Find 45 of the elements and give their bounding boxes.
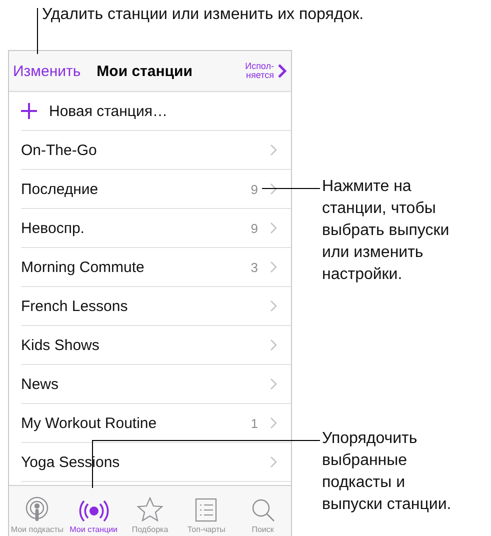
station-name: Kids Shows (21, 336, 100, 354)
station-name: News (21, 376, 60, 392)
list-icon (195, 498, 218, 522)
now-playing-button[interactable]: Испол- няется (245, 62, 287, 80)
callout-text: Нажмите на станции, чтобы выбрать выпуски или изменить настройки. (322, 177, 450, 285)
edit-link[interactable]: Изменить (13, 62, 81, 80)
station-row[interactable]: French Lessons (21, 287, 291, 326)
station-row[interactable]: Последние 9 (21, 170, 291, 209)
station-name: French Lessons (21, 298, 129, 314)
episode-count: 9 (250, 220, 258, 236)
new-station-label: Новая станция… (49, 102, 168, 120)
chevron-icon (270, 183, 277, 195)
station-row[interactable]: News (21, 365, 291, 404)
chevron-icon (270, 339, 277, 351)
chevron-icon (270, 378, 277, 390)
callout-text: Упорядочить выбранные подкасты и выпуски станции. (322, 429, 452, 515)
chevron-icon (270, 300, 277, 312)
station-name: My Workout Routine (21, 414, 158, 432)
chevron-icon (270, 261, 277, 273)
episode-count: 1 (250, 416, 258, 430)
chevron-icon (270, 144, 277, 156)
plus-icon (21, 103, 37, 119)
station-row[interactable]: Morning Commute 3 (21, 248, 291, 287)
station-name: Morning Commute (21, 258, 146, 276)
chevron-icon (277, 63, 287, 79)
station-row[interactable]: Невоспр. 9 (21, 209, 291, 248)
search-icon (250, 498, 275, 522)
station-name: On-The-Go (21, 142, 98, 158)
broadcast-icon (78, 500, 109, 522)
episode-count: 3 (250, 260, 258, 274)
chevron-icon (270, 222, 277, 234)
leader-line (262, 188, 320, 189)
station-name: Последние (21, 180, 100, 198)
new-station-row[interactable]: Новая станция… (21, 92, 291, 131)
callout-text: Удалить станции или изменить их порядок. (42, 5, 364, 25)
tab[interactable]: Мои станции (65, 486, 122, 536)
star-icon (137, 497, 164, 522)
chevron-icon (270, 417, 277, 429)
podcast-icon (25, 496, 50, 522)
station-row[interactable]: On-The-Go (21, 131, 291, 170)
station-name: Невоспр. (21, 220, 86, 236)
station-row[interactable]: Kids Shows (21, 326, 291, 365)
screen-title: Мои станции (96, 62, 194, 80)
episode-count: 9 (250, 182, 258, 196)
leader-line (37, 8, 38, 54)
